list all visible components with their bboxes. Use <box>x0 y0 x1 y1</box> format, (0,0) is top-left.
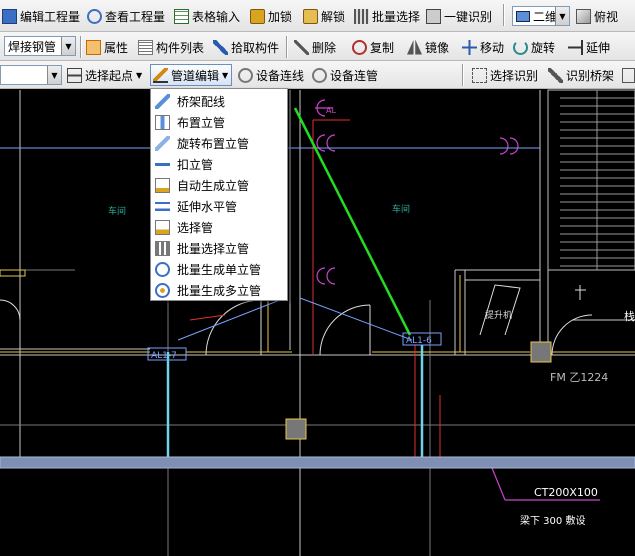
batch-select-riser-icon <box>155 240 170 256</box>
connect-pipe-icon <box>312 67 327 83</box>
toolbar-separator <box>503 4 505 26</box>
drawing-canvas[interactable]: AL AL1-7 AL1-6 车间 车间 提升机 FM 乙1224 CT200X… <box>0 89 635 556</box>
menu-item-tray-wiring[interactable]: 桥架配线 <box>155 91 285 111</box>
view-mode-select[interactable]: 二维 ▼ <box>512 6 570 26</box>
identify-icon <box>426 8 441 24</box>
delete-button[interactable]: 删除 <box>294 36 336 58</box>
top-view-icon <box>576 8 591 24</box>
buckle-riser-icon <box>155 156 170 172</box>
connect-line-icon <box>238 67 253 83</box>
room-label-left: 车间 <box>108 205 126 217</box>
menu-item-buckle-riser[interactable]: 扣立管 <box>155 154 285 174</box>
pick-icon <box>213 39 228 55</box>
table-icon <box>174 8 189 24</box>
tag-right: AL1-6 <box>406 336 432 346</box>
toolbar-separator <box>80 36 82 58</box>
batch-select-icon <box>354 8 369 24</box>
table-input-button[interactable]: 表格输入 <box>174 5 240 27</box>
edit-quantity-button[interactable]: 编辑工程量 <box>2 5 80 27</box>
device-connect-pipe-button[interactable]: 设备连管 <box>312 64 378 86</box>
select-start-icon <box>67 67 82 83</box>
component-toolbar: 焊接钢管 ▼ 属性 构件列表 拾取构件 删除 复制 镜像 移动 旋转 延伸 <box>0 32 635 61</box>
menu-item-batch-single-riser[interactable]: 批量生成单立管 <box>155 259 285 279</box>
chevron-down-icon: ▼ <box>47 66 61 84</box>
rotate-riser-icon <box>155 135 170 151</box>
copy-button[interactable]: 复制 <box>352 36 394 58</box>
tray-wiring-icon <box>155 93 170 109</box>
unlock-icon <box>303 8 318 24</box>
list-icon <box>138 39 153 55</box>
batch-select-button[interactable]: 批量选择 <box>354 5 420 27</box>
move-icon <box>462 39 477 55</box>
door-code: FM 乙1224 <box>550 371 608 384</box>
select-identify-button[interactable]: 选择识别 <box>472 64 538 86</box>
menu-item-batch-select-riser[interactable]: 批量选择立管 <box>155 238 285 258</box>
batch-single-riser-icon <box>155 261 170 277</box>
select-pipe-icon <box>155 219 170 235</box>
pipe-toolbar: ▼ 选择起点 ▼ 管道编辑 ▼ 设备连线 设备连管 选择识别 识别桥架 <box>0 61 635 89</box>
menu-item-auto-riser[interactable]: 自动生成立管 <box>155 175 285 195</box>
mirror-icon <box>407 39 422 55</box>
more-tools-icon[interactable] <box>622 64 635 86</box>
pipe-type-select[interactable]: 焊接钢管 ▼ <box>4 36 76 56</box>
device-connect-line-button[interactable]: 设备连线 <box>238 64 304 86</box>
chevron-down-icon: ▼ <box>222 70 229 80</box>
room-label-right: 车间 <box>392 203 410 215</box>
batch-multi-riser-icon <box>155 282 170 298</box>
rotate-icon <box>513 39 528 55</box>
cable-tray <box>0 456 635 469</box>
menu-item-batch-multi-riser[interactable]: 批量生成多立管 <box>155 280 285 300</box>
chevron-down-icon: ▼ <box>555 7 569 25</box>
menu-item-rotate-riser[interactable]: 旋转布置立管 <box>155 133 285 153</box>
edit-quantity-icon <box>2 8 17 24</box>
place-riser-icon <box>155 114 170 130</box>
select-start-button[interactable]: 选择起点 ▼ <box>67 64 142 86</box>
mirror-button[interactable]: 镜像 <box>407 36 449 58</box>
pick-component-button[interactable]: 拾取构件 <box>213 36 279 58</box>
move-button[interactable]: 移动 <box>462 36 504 58</box>
layer-select[interactable]: ▼ <box>0 65 62 85</box>
chevron-down-icon: ▼ <box>136 70 143 80</box>
menu-item-extend-horizontal[interactable]: 延伸水平管 <box>155 196 285 216</box>
tray-size-label: CT200X100 <box>534 486 598 499</box>
view-quantity-button[interactable]: 查看工程量 <box>87 5 165 27</box>
toolbar-separator <box>462 64 464 86</box>
tray-note-label: 梁下 300 敷设 <box>520 514 585 527</box>
menu-item-place-riser[interactable]: 布置立管 <box>155 112 285 132</box>
lock-icon <box>250 8 265 24</box>
tag-top: AL <box>326 106 336 115</box>
tag-left: AL1-7 <box>151 351 177 361</box>
unlock-button[interactable]: 解锁 <box>303 5 345 27</box>
view-mode-icon <box>516 10 530 22</box>
chevron-down-icon: ▼ <box>61 37 75 55</box>
edge-label: 栈 <box>624 309 635 323</box>
select-identify-icon <box>472 67 487 83</box>
elevator-label: 提升机 <box>485 309 512 321</box>
one-click-identify-button[interactable]: 一键识别 <box>426 5 492 27</box>
lock-button[interactable]: 加锁 <box>250 5 292 27</box>
main-toolbar: 编辑工程量 查看工程量 表格输入 加锁 解锁 批量选择 一键识别 二维 ▼ 俯视 <box>0 0 635 32</box>
extend-icon <box>568 39 583 55</box>
toolbar-separator <box>286 36 288 58</box>
identify-tray-icon <box>548 67 563 83</box>
pipe-edit-button[interactable]: 管道编辑 ▼ <box>150 64 233 86</box>
auto-riser-icon <box>155 177 170 193</box>
identify-tray-button[interactable]: 识别桥架 <box>548 64 614 86</box>
rotate-button[interactable]: 旋转 <box>513 36 555 58</box>
column-block <box>530 341 552 363</box>
properties-button[interactable]: 属性 <box>86 36 128 58</box>
column-block <box>285 418 307 440</box>
menu-item-select-pipe[interactable]: 选择管 <box>155 217 285 237</box>
component-list-button[interactable]: 构件列表 <box>138 36 204 58</box>
delete-icon <box>294 39 309 55</box>
properties-icon <box>86 39 101 55</box>
pipe-edit-icon <box>153 67 168 83</box>
copy-icon <box>352 39 367 55</box>
pipe-edit-menu: 桥架配线 布置立管 旋转布置立管 扣立管 自动生成立管 延伸水平管 选择管 批量… <box>150 88 288 301</box>
view-direction-button[interactable]: 俯视 <box>576 5 618 27</box>
extend-horizontal-icon <box>155 198 170 214</box>
extend-button[interactable]: 延伸 <box>568 36 610 58</box>
view-quantity-icon <box>87 8 102 24</box>
